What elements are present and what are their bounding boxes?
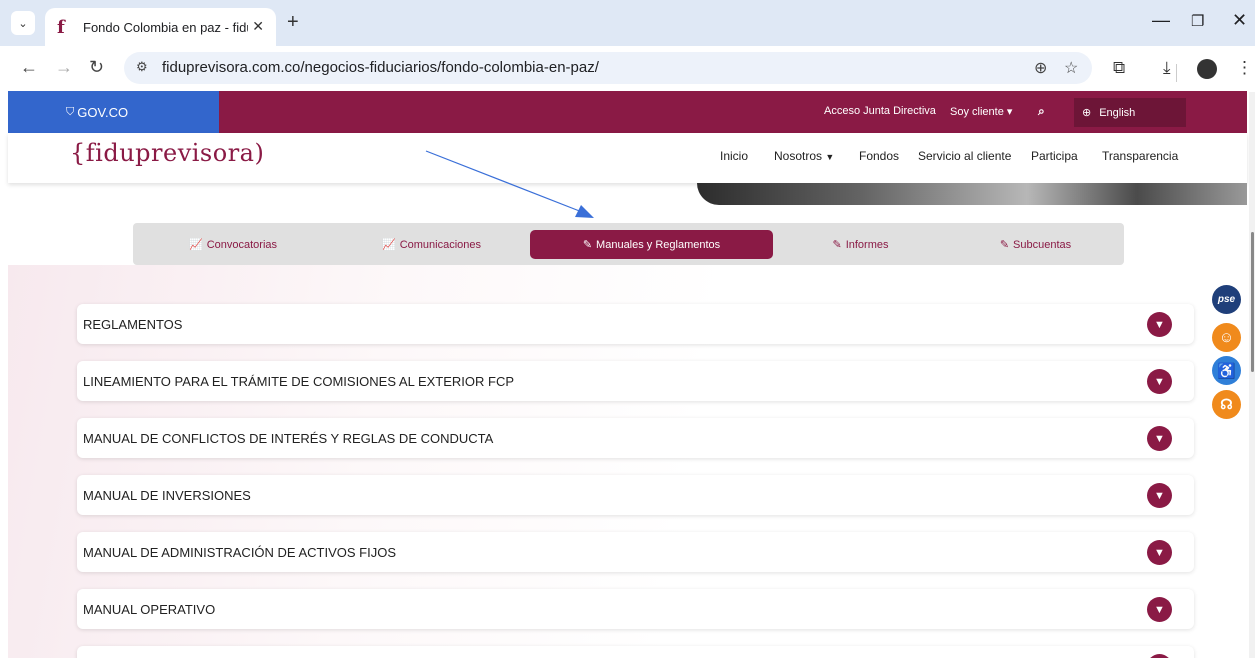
- annotation-arrow-head: [575, 205, 594, 218]
- annotation-arrow: [425, 150, 594, 218]
- annotation-arrow-line: [425, 150, 583, 213]
